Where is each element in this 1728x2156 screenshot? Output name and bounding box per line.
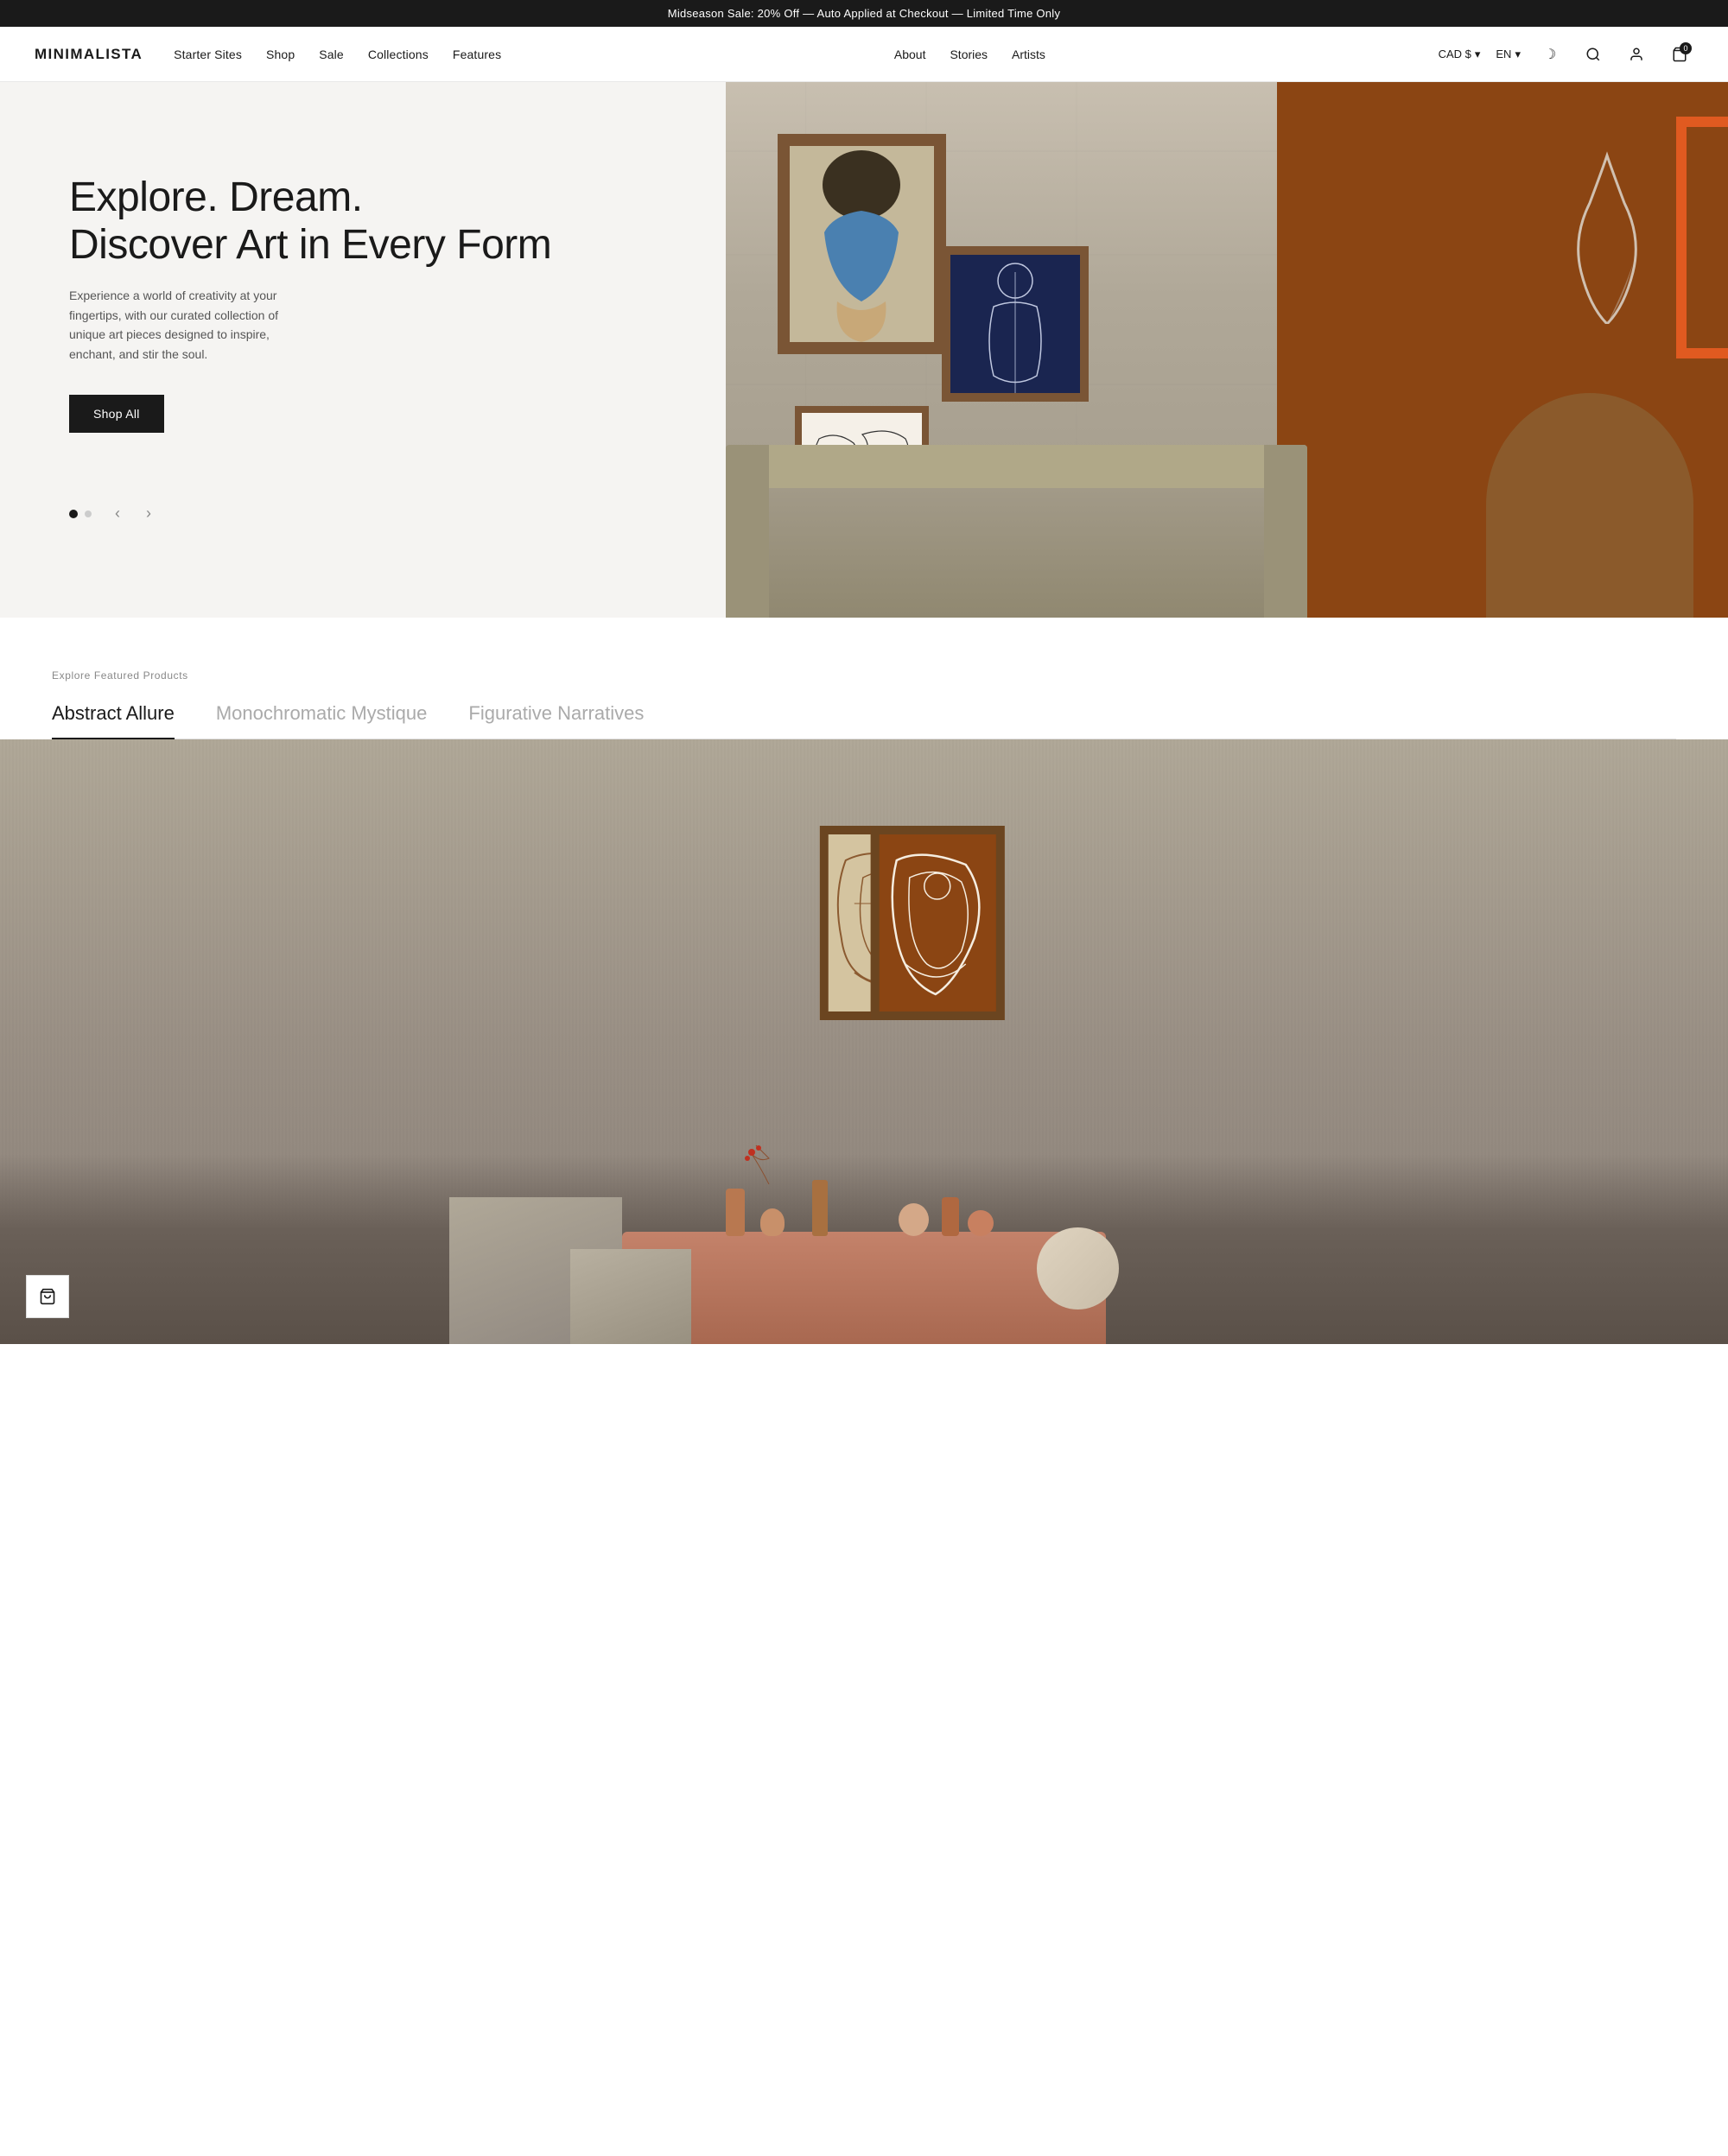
announcement-bar: Midseason Sale: 20% Off — Auto Applied a… (0, 0, 1728, 27)
moon-icon: ☽ (1544, 46, 1556, 63)
main-nav: Starter Sites Shop Sale Collections Feat… (174, 48, 501, 61)
tab-monochromatic-mystique[interactable]: Monochromatic Mystique (216, 702, 428, 739)
featured-section: Explore Featured Products Abstract Allur… (0, 618, 1728, 739)
collection-art-right-svg (880, 834, 996, 1011)
nav-collections[interactable]: Collections (368, 48, 429, 61)
hero-image (726, 82, 1728, 618)
carousel-dot-2[interactable] (85, 510, 92, 517)
header-right: CAD $ ▾ EN ▾ ☽ 0 (1439, 41, 1693, 68)
right-section (1277, 82, 1728, 618)
hero-title-line2: Discover Art in Every Form (69, 222, 551, 268)
large-sphere (1037, 1227, 1119, 1309)
hero-image-scene (726, 82, 1728, 618)
tab-abstract-allure[interactable]: Abstract Allure (52, 702, 175, 739)
concrete-block-2 (570, 1249, 691, 1344)
artwork-1-svg (790, 146, 934, 342)
nav-artists[interactable]: Artists (1012, 48, 1045, 61)
carousel-dots (69, 510, 92, 518)
carousel-arrows: ‹ › (105, 502, 161, 526)
artwork-frame-1 (778, 134, 946, 354)
nav-features[interactable]: Features (453, 48, 501, 61)
nav-about[interactable]: About (894, 48, 926, 61)
carousel-prev-button[interactable]: ‹ (105, 502, 130, 526)
nav-shop[interactable]: Shop (266, 48, 295, 61)
currency-selector[interactable]: CAD $ ▾ (1439, 48, 1481, 61)
logo[interactable]: MINIMALISTA (35, 46, 143, 63)
branch-svg (734, 1141, 804, 1184)
section-label: Explore Featured Products (52, 669, 1676, 682)
hero-section: Explore. Dream. Discover Art in Every Fo… (0, 82, 1728, 618)
nav-stories[interactable]: Stories (950, 48, 988, 61)
announcement-text: Midseason Sale: 20% Off — Auto Applied a… (668, 7, 1060, 20)
carousel-controls: ‹ › (69, 502, 674, 526)
header: MINIMALISTA Starter Sites Shop Sale Coll… (0, 27, 1728, 82)
language-label: EN (1496, 48, 1511, 60)
platform (622, 1232, 1106, 1344)
branch-container (760, 1197, 812, 1227)
user-icon (1629, 47, 1644, 62)
language-selector[interactable]: EN ▾ (1496, 48, 1521, 61)
decor-cylinder-1 (726, 1189, 745, 1236)
tab-figurative-narratives[interactable]: Figurative Narratives (468, 702, 644, 739)
decor-cylinder-2 (942, 1197, 959, 1236)
sofa (726, 445, 1307, 618)
shop-all-button[interactable]: Shop All (69, 395, 164, 433)
currency-label: CAD $ (1439, 48, 1471, 60)
hero-description: Experience a world of creativity at your… (69, 286, 311, 364)
quick-add-float-button[interactable] (26, 1275, 69, 1318)
language-chevron-icon: ▾ (1515, 48, 1521, 61)
decor-stem (812, 1180, 828, 1236)
round-table (1486, 393, 1693, 618)
carousel-dot-1[interactable] (69, 510, 78, 518)
arrow-right-icon: › (146, 504, 151, 523)
sculpture-svg (1555, 151, 1659, 324)
arrow-left-icon: ‹ (115, 504, 120, 523)
collection-tabs: Abstract Allure Monochromatic Mystique F… (52, 702, 1676, 739)
artwork-2-svg (950, 255, 1080, 393)
search-icon (1585, 47, 1601, 62)
cart-badge: 0 (1680, 42, 1692, 54)
collection-artwork-right (871, 826, 1005, 1020)
nav-sale[interactable]: Sale (319, 48, 344, 61)
nav-starter-sites[interactable]: Starter Sites (174, 48, 242, 61)
cart-button[interactable]: 0 (1666, 41, 1693, 68)
currency-chevron-icon: ▾ (1475, 48, 1481, 61)
collection-image (0, 739, 1728, 1344)
header-left: MINIMALISTA Starter Sites Shop Sale Coll… (35, 46, 501, 63)
account-button[interactable] (1623, 41, 1650, 68)
dark-mode-button[interactable]: ☽ (1536, 41, 1564, 68)
header-center: About Stories Artists (894, 48, 1045, 61)
shopping-bag-icon (39, 1288, 56, 1305)
hero-title: Explore. Dream. Discover Art in Every Fo… (69, 174, 674, 269)
carousel-next-button[interactable]: › (137, 502, 161, 526)
hero-title-line1: Explore. Dream. (69, 174, 363, 220)
hero-content: Explore. Dream. Discover Art in Every Fo… (0, 82, 726, 618)
decor-sphere-1 (899, 1203, 929, 1236)
artwork-frame-2 (942, 246, 1089, 402)
decor-sphere-2 (968, 1210, 994, 1236)
search-button[interactable] (1579, 41, 1607, 68)
